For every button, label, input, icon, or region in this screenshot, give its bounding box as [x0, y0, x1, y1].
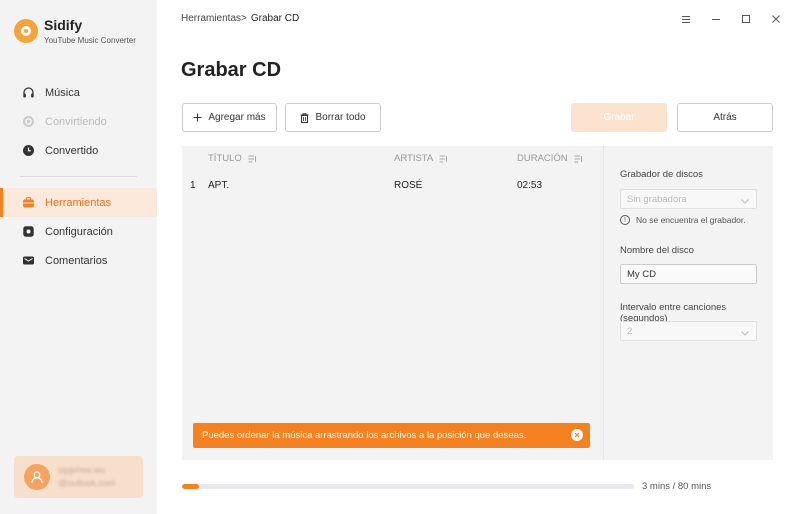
burner-label: Grabador de discos [620, 169, 703, 180]
add-more-button[interactable]: Agregar más [182, 103, 277, 132]
burner-select-value: Sin grabadora [627, 193, 687, 205]
burn-label: Grabar [603, 112, 635, 123]
add-more-label: Agregar más [208, 112, 266, 123]
disc-capacity-bar [182, 484, 634, 489]
burner-select[interactable]: Sin grabadora [620, 189, 757, 209]
column-header-label: DURACIÓN [517, 153, 568, 164]
sidebar: Sidify YouTube Music Converter Música Co… [0, 0, 157, 514]
menu-icon [682, 15, 690, 23]
interval-select-value: 2 [627, 325, 633, 337]
disc-name-value: My CD [627, 268, 657, 280]
plus-icon [193, 113, 202, 122]
column-header-duration[interactable]: DURACIÓN [517, 153, 583, 164]
close-icon [772, 15, 780, 23]
burner-warning: ! No se encuentra el grabador. [620, 215, 746, 225]
sidebar-item-label: Comentarios [45, 254, 108, 267]
breadcrumb-parent[interactable]: Herramientas [181, 13, 241, 24]
trash-icon [300, 112, 309, 123]
user-account-card[interactable]: sipjehsa.wu @outlook.com [14, 456, 143, 498]
sidebar-item-converted[interactable]: Convertido [0, 136, 157, 165]
sort-icon[interactable] [439, 155, 448, 163]
sync-icon [22, 115, 35, 128]
back-button[interactable]: Atrás [677, 103, 773, 132]
sidebar-item-converting[interactable]: Convirtiendo [0, 107, 157, 136]
column-header-title[interactable]: TÍTULO [208, 153, 257, 164]
gear-icon [22, 225, 35, 238]
main-panel: Herramientas> Grabar CD Grabar CD Agregar… [157, 0, 800, 514]
sidebar-item-feedback[interactable]: Comentarios [0, 246, 157, 275]
sort-icon[interactable] [574, 155, 583, 163]
column-header-label: ARTISTA [394, 153, 434, 164]
row-artist: ROSÉ [394, 180, 423, 191]
maximize-button[interactable] [738, 11, 754, 27]
user-email-line2: @outlook.com [58, 478, 116, 488]
row-index: 1 [190, 180, 196, 191]
sidebar-item-label: Convertido [45, 144, 99, 157]
sidebar-item-label: Herramientas [45, 196, 112, 209]
breadcrumb: Herramientas> Grabar CD [181, 13, 299, 24]
close-icon [574, 432, 580, 438]
column-header-artist[interactable]: ARTISTA [394, 153, 448, 164]
drag-hint-toast: Puedes ordenar la música arrastrando los… [193, 423, 590, 448]
chevron-down-icon [741, 196, 749, 207]
table-row[interactable]: 1 APT. ROSÉ 02:53 [182, 180, 603, 194]
disc-capacity-fill [182, 484, 199, 489]
interval-select[interactable]: 2 [620, 321, 757, 341]
chevron-down-icon [741, 328, 749, 339]
column-header-label: TÍTULO [208, 153, 242, 164]
close-button[interactable] [768, 11, 784, 27]
disc-capacity-text: 3 mins / 80 mins [642, 481, 712, 492]
disc-name-input[interactable]: My CD [620, 264, 757, 284]
breadcrumb-current: Grabar CD [250, 13, 300, 24]
maximize-icon [742, 15, 750, 23]
window-controls [678, 11, 784, 27]
burn-settings-panel: Grabador de discos Sin grabadora ! No se… [603, 146, 773, 460]
sidebar-divider [20, 176, 137, 177]
burner-warning-text: No se encuentra el grabador. [636, 215, 746, 225]
clear-all-label: Borrar todo [315, 112, 366, 123]
clock-icon [22, 144, 35, 157]
app-logo: Sidify YouTube Music Converter [14, 17, 136, 45]
user-email-line1: sipjehsa.wu [58, 465, 106, 475]
toolbox-icon [22, 196, 35, 209]
logo-icon [14, 19, 38, 43]
headphones-icon [22, 86, 35, 99]
menu-button[interactable] [678, 11, 694, 27]
burn-button[interactable]: Grabar [571, 103, 667, 132]
page-title: Grabar CD [181, 59, 282, 81]
row-title: APT. [208, 180, 230, 191]
sidebar-item-label: Convirtiendo [45, 115, 107, 128]
breadcrumb-separator: > [241, 13, 247, 24]
user-icon [31, 471, 43, 484]
sort-icon[interactable] [248, 155, 257, 163]
row-duration: 02:53 [517, 180, 543, 191]
minimize-button[interactable] [708, 11, 724, 27]
sidebar-item-tools[interactable]: Herramientas [0, 188, 157, 217]
mail-icon [22, 254, 35, 267]
app-name: Sidify [44, 17, 83, 33]
back-label: Atrás [713, 112, 737, 123]
track-table: TÍTULO ARTISTA DURACIÓN 1 APT. ROSÉ 02:5… [182, 146, 603, 460]
sidebar-item-label: Configuración [45, 225, 113, 238]
sidebar-item-label: Música [45, 86, 80, 99]
sidebar-item-music[interactable]: Música [0, 78, 157, 107]
disc-name-label: Nombre del disco [620, 245, 694, 256]
clear-all-button[interactable]: Borrar todo [285, 103, 381, 132]
minimize-icon [712, 18, 720, 20]
app-subtitle: YouTube Music Converter [44, 36, 136, 45]
toast-close-button[interactable] [571, 429, 583, 441]
avatar [24, 464, 50, 490]
sidebar-nav: Música Convirtiendo Convertido Herramien… [0, 78, 157, 275]
toast-message: Puedes ordenar la música arrastrando los… [202, 430, 527, 441]
info-icon: ! [620, 215, 630, 225]
sidebar-item-settings[interactable]: Configuración [0, 217, 157, 246]
